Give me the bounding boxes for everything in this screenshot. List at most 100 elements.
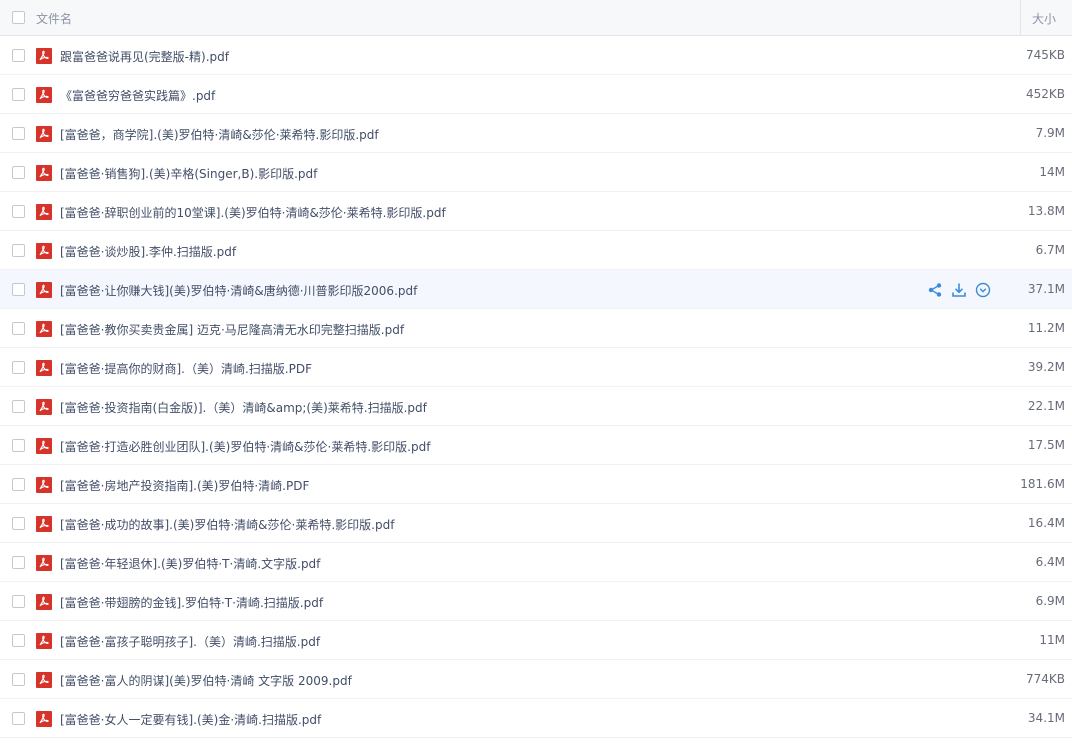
file-list: 文件名 大小 跟富爸爸说再见(完整版-精).pdf 745KB 《富爸爸穷爸爸实践篇… xyxy=(0,0,1072,738)
row-checkbox[interactable] xyxy=(12,244,25,257)
row-checkbox[interactable] xyxy=(12,595,25,608)
file-size: 6.4M xyxy=(1035,555,1065,569)
file-size: 745KB xyxy=(1025,48,1065,62)
file-name[interactable]: 跟富爸爸说再见(完整版-精).pdf xyxy=(60,48,229,65)
file-row[interactable]: [富爸爸·富孩子聪明孩子].（美）清崎.扫描版.pdf 11M xyxy=(0,621,1072,660)
row-checkbox[interactable] xyxy=(12,400,25,413)
file-size: 7.9M xyxy=(1035,126,1065,140)
pdf-file-icon xyxy=(36,321,52,337)
pdf-file-icon xyxy=(36,165,52,181)
file-name[interactable]: [富爸爸·谈炒股].李仲.扫描版.pdf xyxy=(60,243,236,260)
file-row[interactable]: [富爸爸·辞职创业前的10堂课].(美)罗伯特·清崎&莎伦·莱希特.影印版.pd… xyxy=(0,192,1072,231)
column-header-name[interactable]: 文件名 xyxy=(36,10,72,27)
share-icon[interactable] xyxy=(926,281,944,299)
row-actions xyxy=(926,281,992,299)
file-name[interactable]: [富爸爸·打造必胜创业团队].(美)罗伯特·清崎&莎伦·莱希特.影印版.pdf xyxy=(60,438,430,455)
file-row[interactable]: [富爸爸·打造必胜创业团队].(美)罗伯特·清崎&莎伦·莱希特.影印版.pdf 1… xyxy=(0,426,1072,465)
pdf-file-icon xyxy=(36,282,52,298)
row-checkbox[interactable] xyxy=(12,361,25,374)
file-name[interactable]: [富爸爸·带翅膀的金钱].罗伯特·T·清崎.扫描版.pdf xyxy=(60,594,323,611)
pdf-file-icon xyxy=(36,438,52,454)
row-checkbox[interactable] xyxy=(12,166,25,179)
file-size: 11M xyxy=(1039,633,1065,647)
file-name[interactable]: [富爸爸·富人的阴谋](美)罗伯特·清崎 文字版 2009.pdf xyxy=(60,672,352,689)
file-row[interactable]: [富爸爸·教你买卖贵金属] 迈克·马尼隆高清无水印完整扫描版.pdf 11.2M xyxy=(0,309,1072,348)
file-row[interactable]: [富爸爸·女人一定要有钱].(美)金·清崎.扫描版.pdf 34.1M xyxy=(0,699,1072,738)
pdf-file-icon xyxy=(36,126,52,142)
more-icon[interactable] xyxy=(974,281,992,299)
file-size: 37.1M xyxy=(1027,282,1065,296)
pdf-file-icon xyxy=(36,204,52,220)
file-name[interactable]: [富爸爸·房地产投资指南].(美)罗伯特·清崎.PDF xyxy=(60,477,309,494)
file-row[interactable]: [富爸爸·带翅膀的金钱].罗伯特·T·清崎.扫描版.pdf 6.9M xyxy=(0,582,1072,621)
row-checkbox[interactable] xyxy=(12,322,25,335)
file-size: 14M xyxy=(1039,165,1065,179)
row-checkbox[interactable] xyxy=(12,127,25,140)
row-checkbox[interactable] xyxy=(12,49,25,62)
column-header-size[interactable]: 大小 xyxy=(1032,10,1056,27)
download-icon[interactable] xyxy=(950,281,968,299)
row-checkbox[interactable] xyxy=(12,517,25,530)
row-checkbox[interactable] xyxy=(12,439,25,452)
file-row[interactable]: [富爸爸·谈炒股].李仲.扫描版.pdf 6.7M xyxy=(0,231,1072,270)
pdf-file-icon xyxy=(36,516,52,532)
file-name[interactable]: [富爸爸，商学院].(美)罗伯特·清崎&莎伦·莱希特.影印版.pdf xyxy=(60,126,379,143)
file-size: 13.8M xyxy=(1027,204,1065,218)
file-size: 39.2M xyxy=(1027,360,1065,374)
file-row[interactable]: [富爸爸·销售狗].(美)辛格(Singer,B).影印版.pdf 14M xyxy=(0,153,1072,192)
file-size: 181.6M xyxy=(1020,477,1065,491)
file-size: 17.5M xyxy=(1027,438,1065,452)
pdf-file-icon xyxy=(36,633,52,649)
file-name[interactable]: [富爸爸·提高你的财商].（美）清崎.扫描版.PDF xyxy=(60,360,312,377)
row-checkbox[interactable] xyxy=(12,634,25,647)
file-row[interactable]: [富爸爸·富人的阴谋](美)罗伯特·清崎 文字版 2009.pdf 774KB xyxy=(0,660,1072,699)
file-row[interactable]: [富爸爸·成功的故事].(美)罗伯特·清崎&莎伦·莱希特.影印版.pdf 16.4… xyxy=(0,504,1072,543)
file-row[interactable]: [富爸爸·让你赚大钱](美)罗伯特·清崎&唐纳德·川普影印版2006.pdf 37… xyxy=(0,270,1072,309)
file-row[interactable]: [富爸爸·年轻退休].(美)罗伯特·T·清崎.文字版.pdf 6.4M xyxy=(0,543,1072,582)
file-name[interactable]: [富爸爸·富孩子聪明孩子].（美）清崎.扫描版.pdf xyxy=(60,633,320,650)
row-checkbox[interactable] xyxy=(12,88,25,101)
pdf-file-icon xyxy=(36,672,52,688)
row-checkbox[interactable] xyxy=(12,478,25,491)
file-row[interactable]: [富爸爸，商学院].(美)罗伯特·清崎&莎伦·莱希特.影印版.pdf 7.9M xyxy=(0,114,1072,153)
file-size: 6.9M xyxy=(1035,594,1065,608)
pdf-file-icon xyxy=(36,360,52,376)
file-name[interactable]: 《富爸爸穷爸爸实践篇》.pdf xyxy=(60,87,215,104)
pdf-file-icon xyxy=(36,399,52,415)
file-size: 16.4M xyxy=(1027,516,1065,530)
file-row[interactable]: [富爸爸·投资指南(白金版)].（美）清崎&amp;(美)莱希特.扫描版.pdf… xyxy=(0,387,1072,426)
row-checkbox[interactable] xyxy=(12,556,25,569)
pdf-file-icon xyxy=(36,555,52,571)
file-size: 452KB xyxy=(1025,87,1065,101)
pdf-file-icon xyxy=(36,48,52,64)
select-all-checkbox[interactable] xyxy=(12,11,25,24)
row-checkbox[interactable] xyxy=(12,673,25,686)
file-name[interactable]: [富爸爸·让你赚大钱](美)罗伯特·清崎&唐纳德·川普影印版2006.pdf xyxy=(60,282,417,299)
pdf-file-icon xyxy=(36,711,52,727)
file-row[interactable]: [富爸爸·提高你的财商].（美）清崎.扫描版.PDF 39.2M xyxy=(0,348,1072,387)
file-name[interactable]: [富爸爸·年轻退休].(美)罗伯特·T·清崎.文字版.pdf xyxy=(60,555,320,572)
row-checkbox[interactable] xyxy=(12,712,25,725)
row-checkbox[interactable] xyxy=(12,283,25,296)
file-rows: 跟富爸爸说再见(完整版-精).pdf 745KB 《富爸爸穷爸爸实践篇》.pdf 45… xyxy=(0,36,1072,738)
file-size: 22.1M xyxy=(1027,399,1065,413)
pdf-file-icon xyxy=(36,243,52,259)
file-name[interactable]: [富爸爸·销售狗].(美)辛格(Singer,B).影印版.pdf xyxy=(60,165,317,182)
list-header: 文件名 大小 xyxy=(0,0,1072,36)
file-row[interactable]: [富爸爸·房地产投资指南].(美)罗伯特·清崎.PDF 181.6M xyxy=(0,465,1072,504)
file-size: 11.2M xyxy=(1027,321,1065,335)
pdf-file-icon xyxy=(36,594,52,610)
file-name[interactable]: [富爸爸·女人一定要有钱].(美)金·清崎.扫描版.pdf xyxy=(60,711,321,728)
file-name[interactable]: [富爸爸·成功的故事].(美)罗伯特·清崎&莎伦·莱希特.影印版.pdf xyxy=(60,516,394,533)
file-name[interactable]: [富爸爸·教你买卖贵金属] 迈克·马尼隆高清无水印完整扫描版.pdf xyxy=(60,321,404,338)
file-row[interactable]: 《富爸爸穷爸爸实践篇》.pdf 452KB xyxy=(0,75,1072,114)
column-header-size-cell: 大小 xyxy=(1020,0,1072,36)
pdf-file-icon xyxy=(36,477,52,493)
file-name[interactable]: [富爸爸·辞职创业前的10堂课].(美)罗伯特·清崎&莎伦·莱希特.影印版.pd… xyxy=(60,204,446,221)
file-row[interactable]: 跟富爸爸说再见(完整版-精).pdf 745KB xyxy=(0,36,1072,75)
row-checkbox[interactable] xyxy=(12,205,25,218)
file-name[interactable]: [富爸爸·投资指南(白金版)].（美）清崎&amp;(美)莱希特.扫描版.pdf xyxy=(60,399,427,416)
pdf-file-icon xyxy=(36,87,52,103)
file-size: 34.1M xyxy=(1027,711,1065,725)
file-size: 774KB xyxy=(1025,672,1065,686)
